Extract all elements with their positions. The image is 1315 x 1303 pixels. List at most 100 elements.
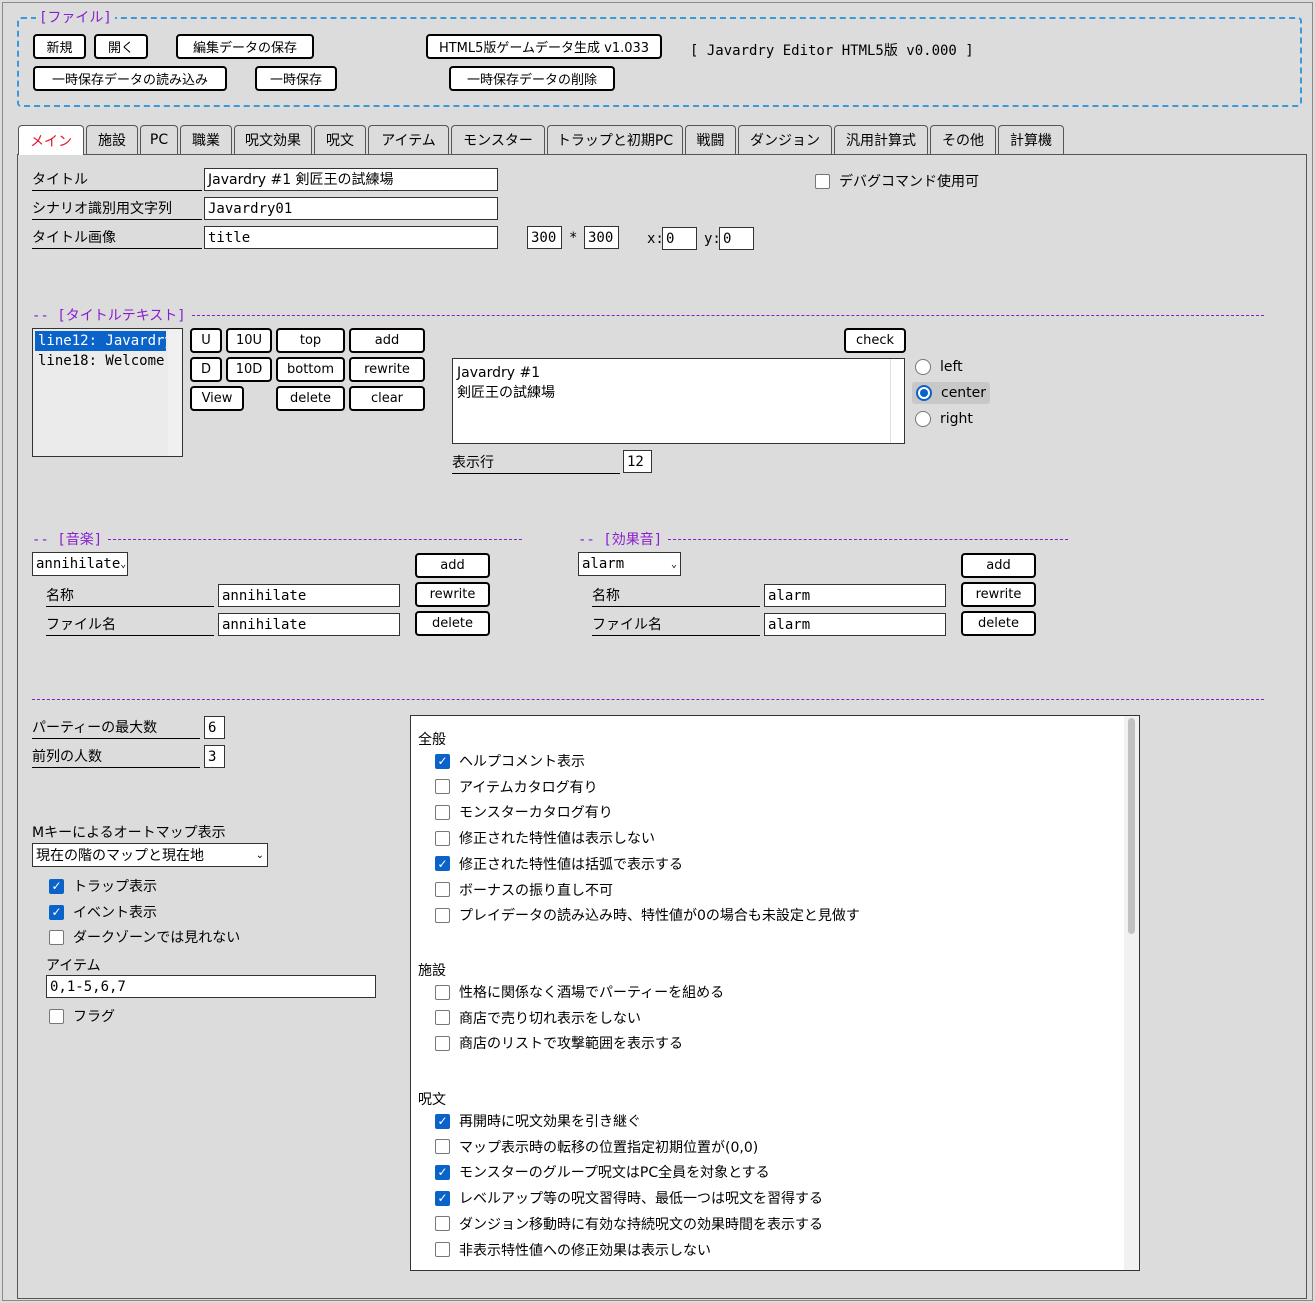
textarea-scrollbar[interactable] — [890, 359, 904, 443]
setting-label: ダンジョン移動時に有効な持続呪文の効果時間を表示する — [459, 1216, 823, 1233]
align-left-option[interactable]: left — [915, 359, 963, 375]
setting-checkbox[interactable]: ✓ — [435, 1113, 450, 1129]
title-lines-list[interactable]: line12: Javardry # line18: Welcome to — [32, 328, 183, 457]
setting-label: 商店で売り切れ表示をしない — [459, 1010, 641, 1027]
setting-checkbox[interactable] — [435, 804, 450, 820]
setting-checkbox[interactable] — [435, 1242, 450, 1257]
check-button[interactable]: check — [844, 328, 906, 353]
setting-checkbox[interactable]: ✓ — [435, 753, 450, 769]
music-name-input[interactable]: annihilate — [218, 584, 400, 607]
setting-checkbox[interactable] — [435, 907, 450, 923]
setting-row[interactable]: ✓ 修正された特性値は括弧で表示する — [435, 854, 683, 874]
setting-row[interactable]: 修正された特性値は表示しない — [435, 828, 655, 848]
setting-checkbox[interactable]: ✓ — [435, 1190, 450, 1206]
setting-row[interactable]: ダンジョン移動時に有効な持続呪文の効果時間を表示する — [435, 1214, 823, 1234]
setting-row[interactable]: ボーナスの振り直し不可 — [435, 880, 613, 900]
down10-button[interactable]: 10D — [226, 357, 272, 382]
setting-row[interactable]: プレイデータの読み込み時、特性値が0の場合も未設定と見做す — [435, 905, 860, 925]
setting-row[interactable]: 非表示特性値への修正効果は表示しない — [435, 1240, 711, 1260]
align-right-radio[interactable] — [915, 411, 931, 427]
setting-row[interactable]: ✓ モンスターのグループ呪文はPC全員を対象とする — [435, 1162, 770, 1182]
setting-row[interactable]: モンスターカタログ有り — [435, 802, 613, 822]
clear-button[interactable]: clear — [349, 386, 425, 411]
list-scrollbar[interactable] — [168, 329, 182, 456]
setting-row[interactable]: ✓ レベルアップ等の呪文習得時、最低一つは呪文を習得する — [435, 1188, 823, 1208]
music-section-header: -- [音楽] — [32, 529, 522, 549]
scenario-id-input[interactable]: Javardry01 — [204, 197, 498, 220]
x-input[interactable]: 0 — [662, 227, 697, 250]
darkzone-row[interactable]: ダークゾーンでは見れない — [49, 927, 240, 947]
image-width-input[interactable]: 300 — [527, 226, 562, 249]
list-item[interactable]: line18: Welcome to — [35, 351, 166, 371]
rewrite-line-button[interactable]: rewrite — [349, 357, 425, 382]
setting-checkbox[interactable] — [435, 1216, 450, 1232]
align-left-radio[interactable] — [915, 359, 931, 375]
sound-file-input[interactable]: alarm — [764, 613, 946, 636]
title-image-input[interactable]: title — [204, 226, 498, 249]
debug-checkbox-row[interactable]: デバグコマンド使用可 — [815, 171, 979, 191]
trap-display-row[interactable]: ✓ トラップ表示 — [49, 876, 157, 896]
settings-scroll-box[interactable]: 全般 ✓ ヘルプコメント表示 アイテムカタログ有り モンスターカタログ有り 修正された特… — [410, 715, 1140, 1271]
up-button[interactable]: U — [190, 328, 222, 353]
sound-section-header: -- [効果音] — [578, 529, 1068, 549]
party-max-input[interactable]: 6 — [204, 716, 225, 739]
y-input[interactable]: 0 — [719, 227, 754, 250]
event-display-row[interactable]: ✓ イベント表示 — [49, 902, 157, 922]
setting-checkbox[interactable]: ✓ — [435, 1164, 450, 1180]
setting-checkbox[interactable] — [435, 830, 450, 846]
sound-select[interactable]: alarm ⌄ — [578, 552, 681, 576]
item-input[interactable]: 0,1-5,6,7 — [46, 975, 376, 998]
title-text-area[interactable]: Javardry #1 剣匠王の試練場 — [452, 358, 905, 444]
setting-checkbox[interactable] — [435, 1010, 450, 1026]
setting-checkbox[interactable]: ✓ — [435, 856, 450, 872]
setting-row[interactable]: マップ表示時の転移の位置指定初期位置が(0,0) — [435, 1137, 758, 1157]
bottom-button[interactable]: bottom — [276, 357, 345, 382]
sound-rewrite-button[interactable]: rewrite — [961, 582, 1036, 607]
title-input[interactable]: Javardry #1 剣匠王の試練場 — [204, 168, 498, 191]
align-right-option[interactable]: right — [915, 411, 973, 427]
down-button[interactable]: D — [190, 357, 222, 382]
list-item[interactable]: line12: Javardry # — [35, 331, 166, 351]
add-line-button[interactable]: add — [349, 328, 425, 353]
align-center-radio[interactable] — [916, 385, 932, 401]
setting-checkbox[interactable] — [435, 882, 450, 897]
setting-row[interactable]: 商店で売り切れ表示をしない — [435, 1008, 641, 1028]
music-add-button[interactable]: add — [415, 553, 490, 578]
align-center-option[interactable]: center — [912, 382, 991, 404]
settings-scrollbar-thumb[interactable] — [1128, 718, 1135, 934]
chevron-down-icon: ⌄ — [120, 558, 127, 570]
setting-row[interactable]: 商店のリストで攻撃範囲を表示する — [435, 1033, 683, 1053]
event-checkbox[interactable]: ✓ — [49, 904, 64, 920]
music-select[interactable]: annihilate ⌄ — [32, 552, 128, 576]
setting-row[interactable]: ✓ 再開時に呪文効果を引き継ぐ — [435, 1111, 641, 1131]
automap-select[interactable]: 現在の階のマップと現在地 ⌄ — [32, 843, 268, 867]
setting-row[interactable]: アイテムカタログ有り — [435, 777, 598, 797]
view-button[interactable]: View — [190, 386, 244, 411]
music-delete-button[interactable]: delete — [415, 611, 490, 636]
sound-name-input[interactable]: alarm — [764, 584, 946, 607]
sound-add-button[interactable]: add — [961, 553, 1036, 578]
image-height-input[interactable]: 300 — [584, 226, 619, 249]
music-rewrite-button[interactable]: rewrite — [415, 582, 490, 607]
setting-checkbox[interactable] — [435, 1139, 450, 1155]
flag-row[interactable]: フラグ — [49, 1006, 115, 1026]
setting-checkbox[interactable] — [435, 1035, 450, 1051]
debug-checkbox[interactable] — [815, 173, 830, 189]
trap-checkbox[interactable]: ✓ — [49, 878, 64, 894]
music-file-input[interactable]: annihilate — [218, 613, 400, 636]
up10-button[interactable]: 10U — [226, 328, 272, 353]
darkzone-checkbox[interactable] — [49, 929, 64, 945]
settings-scrollbar[interactable] — [1124, 716, 1139, 1270]
setting-checkbox[interactable] — [435, 779, 450, 795]
delete-line-button[interactable]: delete — [276, 386, 345, 411]
display-row-input[interactable]: 12 — [623, 450, 652, 473]
front-row-input[interactable]: 3 — [204, 745, 225, 768]
sound-delete-button[interactable]: delete — [961, 611, 1036, 636]
title-label: タイトル — [32, 171, 202, 191]
setting-checkbox[interactable] — [435, 984, 450, 1000]
setting-row[interactable]: ✓ ヘルプコメント表示 — [435, 751, 585, 771]
setting-row[interactable]: 性格に関係なく酒場でパーティーを組める — [435, 982, 724, 1002]
flag-checkbox[interactable] — [49, 1008, 64, 1024]
top-button[interactable]: top — [276, 328, 345, 353]
title-image-label: タイトル画像 — [32, 229, 202, 249]
